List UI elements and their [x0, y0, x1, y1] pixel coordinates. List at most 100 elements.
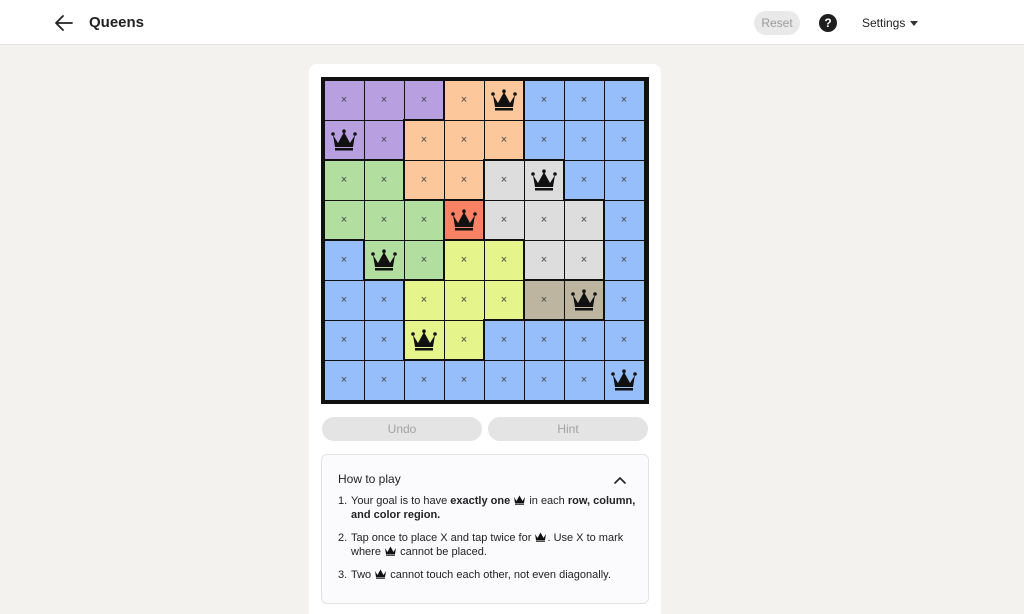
board-cell[interactable]: × — [524, 320, 564, 360]
x-mark: × — [500, 254, 508, 266]
region-border — [523, 158, 565, 161]
board-cell[interactable]: × — [604, 280, 644, 320]
x-mark: × — [380, 174, 388, 186]
board-cell[interactable]: × — [564, 360, 604, 400]
queen-icon — [491, 89, 517, 111]
board-cell[interactable]: × — [324, 320, 364, 360]
board-cell[interactable]: × — [444, 360, 484, 400]
board-cell[interactable]: × — [444, 80, 484, 120]
settings-dropdown[interactable]: Settings — [862, 16, 919, 30]
settings-label: Settings — [862, 16, 906, 30]
undo-button[interactable]: Undo — [322, 417, 482, 441]
board-cell[interactable]: × — [484, 280, 524, 320]
board-cell[interactable] — [604, 360, 644, 400]
board-cell[interactable] — [564, 280, 604, 320]
board-cell[interactable]: × — [324, 280, 364, 320]
board-cell[interactable]: × — [324, 80, 364, 120]
board-cell[interactable]: × — [444, 280, 484, 320]
board-cell[interactable]: × — [404, 160, 444, 200]
board-cell[interactable]: × — [604, 80, 644, 120]
back-arrow-icon[interactable] — [52, 11, 76, 35]
region-border — [443, 198, 485, 201]
board-cell[interactable]: × — [364, 160, 404, 200]
x-mark: × — [380, 334, 388, 346]
board-cell[interactable]: × — [524, 240, 564, 280]
board-cell[interactable]: × — [364, 360, 404, 400]
board-cell[interactable]: × — [364, 80, 404, 120]
board-cell[interactable]: × — [484, 240, 524, 280]
board-cell[interactable]: × — [604, 240, 644, 280]
board-cell[interactable]: × — [524, 80, 564, 120]
x-mark: × — [580, 134, 588, 146]
board-cell[interactable]: × — [564, 240, 604, 280]
board-cell[interactable]: × — [364, 280, 404, 320]
x-mark: × — [460, 374, 468, 386]
board-cell[interactable]: × — [404, 280, 444, 320]
board-cell[interactable] — [524, 160, 564, 200]
how-to-play-title: How to play — [338, 472, 401, 486]
board-cell[interactable]: × — [444, 240, 484, 280]
x-mark: × — [460, 294, 468, 306]
help-icon[interactable]: ? — [819, 14, 837, 32]
board-cell[interactable]: × — [604, 120, 644, 160]
board-cell[interactable]: × — [404, 80, 444, 120]
board-cell[interactable]: × — [444, 320, 484, 360]
board-cell[interactable]: × — [484, 320, 524, 360]
board-cell[interactable]: × — [484, 160, 524, 200]
board-cell[interactable]: × — [324, 360, 364, 400]
board-cell[interactable]: × — [564, 200, 604, 240]
board-cell[interactable]: × — [324, 160, 364, 200]
board-cell[interactable] — [444, 200, 484, 240]
board-cell[interactable]: × — [484, 120, 524, 160]
queen-icon — [611, 369, 637, 391]
reset-button[interactable]: Reset — [754, 11, 800, 35]
board-cell[interactable]: × — [564, 120, 604, 160]
board-cell[interactable]: × — [364, 200, 404, 240]
x-mark: × — [380, 214, 388, 226]
region-border — [563, 278, 605, 281]
x-mark: × — [380, 134, 388, 146]
board-cell[interactable]: × — [444, 160, 484, 200]
board-cell[interactable] — [404, 320, 444, 360]
queen-icon — [331, 129, 357, 151]
board-cell[interactable]: × — [604, 320, 644, 360]
x-mark: × — [620, 134, 628, 146]
board-cell[interactable] — [364, 240, 404, 280]
board-cell[interactable]: × — [484, 200, 524, 240]
board-cell[interactable]: × — [404, 200, 444, 240]
board-cell[interactable]: × — [604, 200, 644, 240]
chevron-up-icon[interactable] — [614, 472, 626, 484]
top-bar: Queens Reset ? Settings — [0, 0, 1024, 45]
board-cell[interactable]: × — [324, 240, 364, 280]
board-cell[interactable]: × — [404, 240, 444, 280]
board-cell[interactable]: × — [444, 120, 484, 160]
queen-icon — [571, 289, 597, 311]
board-cell[interactable]: × — [564, 160, 604, 200]
hint-button[interactable]: Hint — [488, 417, 648, 441]
board-cell[interactable]: × — [364, 320, 404, 360]
board-cell[interactable]: × — [524, 280, 564, 320]
board-cell[interactable] — [324, 120, 364, 160]
rule-bold: row, column, — [567, 495, 636, 507]
board-cell[interactable]: × — [364, 120, 404, 160]
board-cell[interactable]: × — [524, 120, 564, 160]
x-mark: × — [620, 294, 628, 306]
region-border — [483, 238, 525, 241]
region-border — [403, 358, 445, 361]
x-mark: × — [580, 214, 588, 226]
region-border — [402, 279, 405, 321]
board-cell[interactable]: × — [564, 320, 604, 360]
board-cell[interactable]: × — [564, 80, 604, 120]
board-cell[interactable]: × — [524, 200, 564, 240]
board-cell[interactable] — [484, 80, 524, 120]
board-cell[interactable]: × — [404, 360, 444, 400]
rule-text: Your goal is to have — [351, 495, 451, 507]
board-cell[interactable]: × — [324, 200, 364, 240]
board-cell[interactable]: × — [484, 360, 524, 400]
queen-icon — [531, 169, 557, 191]
x-mark: × — [420, 254, 428, 266]
board-cell[interactable]: × — [404, 120, 444, 160]
board-cell[interactable]: × — [524, 360, 564, 400]
board-cell[interactable]: × — [604, 160, 644, 200]
rule-number: 1. — [338, 495, 348, 507]
